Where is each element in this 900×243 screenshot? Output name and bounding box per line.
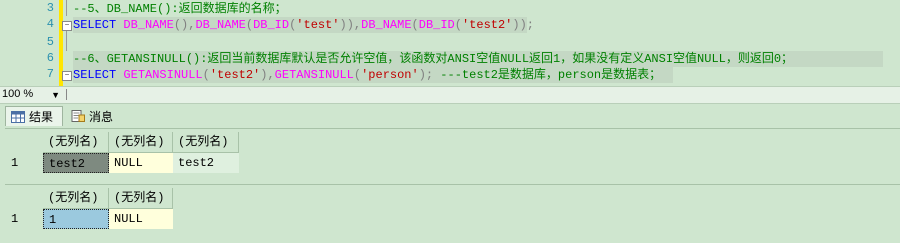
code-line-7[interactable]: SELECT GETANSINULL('test2'),GETANSINULL(…	[73, 67, 673, 83]
punctuation: );	[418, 68, 434, 82]
line-number: 6	[46, 51, 54, 65]
column-header[interactable]: (无列名)	[43, 132, 109, 153]
function-name: DB_ID	[253, 18, 290, 32]
column-header[interactable]: (无列名)	[109, 132, 173, 153]
column-header[interactable]: (无列名)	[173, 132, 239, 153]
zoom-bar: 100 % ▼	[0, 86, 900, 104]
grid-cell[interactable]: 1	[43, 209, 109, 229]
row-number[interactable]: 1	[5, 209, 43, 229]
line-number: 3	[46, 1, 54, 15]
function-name: DB_ID	[418, 18, 455, 32]
chevron-down-icon: ▼	[51, 90, 60, 100]
punctuation: (	[353, 68, 362, 82]
divider	[66, 89, 67, 100]
keyword-select: SELECT	[73, 68, 117, 82]
zoom-value: 100 %	[2, 88, 34, 100]
punctuation: ));	[512, 18, 534, 32]
collapse-toggle-icon[interactable]: −	[62, 21, 72, 31]
comment-text: --5、DB_NAME():返回数据库的名称；	[73, 2, 287, 16]
collapse-toggle-icon[interactable]: −	[62, 71, 72, 81]
column-header[interactable]: (无列名)	[43, 188, 109, 209]
result-tabs: 结果 消息	[0, 104, 900, 128]
line-number: 7	[46, 67, 54, 81]
grid-cell[interactable]: test2	[43, 153, 109, 173]
function-name: DB_NAME	[361, 18, 412, 32]
code-line-6[interactable]: --6、GETANSINULL():返回当前数据库默认是否允许空值，该函数对AN…	[73, 51, 883, 67]
grid-cell[interactable]: NULL	[109, 209, 173, 229]
tab-messages[interactable]: 消息	[66, 106, 122, 126]
string-literal: 'test'	[296, 18, 340, 32]
function-name: GETANSINULL	[123, 68, 203, 82]
punctuation: (	[202, 68, 210, 82]
row-number[interactable]: 1	[5, 153, 43, 173]
comment-text: ---test2是数据库，person是数据表；	[433, 68, 662, 82]
string-literal: 'test2'	[209, 68, 261, 82]
outline-line	[66, 31, 67, 51]
result-grid-1[interactable]: (无列名) (无列名) (无列名) 1 test2 NULL test2	[5, 128, 900, 181]
function-name: GETANSINULL	[274, 68, 354, 82]
line-number: 4	[46, 17, 54, 31]
tab-results[interactable]: 结果	[5, 106, 63, 126]
line-number-gutter: 3 4 5 6 7	[0, 0, 56, 86]
zoom-select[interactable]: 100 % ▼	[2, 87, 64, 101]
punctuation: (	[411, 18, 419, 32]
punctuation: (),	[173, 18, 196, 32]
code-line-3[interactable]: --5、DB_NAME():返回数据库的名称；	[73, 1, 287, 17]
string-literal: 'person'	[361, 68, 419, 82]
function-name: DB_NAME	[123, 18, 174, 32]
tab-messages-label: 消息	[89, 109, 114, 124]
punctuation: (	[454, 18, 462, 32]
keyword-select: SELECT	[73, 18, 117, 32]
column-header[interactable]: (无列名)	[109, 188, 173, 209]
grid-icon	[11, 110, 25, 123]
code-line-4[interactable]: SELECT DB_NAME(),DB_NAME(DB_ID('test')),…	[73, 17, 534, 33]
tab-results-label: 结果	[29, 110, 54, 124]
message-icon	[71, 110, 85, 122]
query-editor[interactable]: 3 4 5 6 7 − − --5、DB_NAME():返回数据库的名称； SE…	[0, 0, 900, 86]
result-grid-2[interactable]: (无列名) (无列名) 1 1 NULL	[5, 184, 900, 237]
punctuation: )),	[339, 18, 362, 32]
comment-text: --6、GETANSINULL():返回当前数据库默认是否允许空值，该函数对AN…	[73, 52, 794, 66]
function-name: DB_NAME	[195, 18, 246, 32]
grid-cell[interactable]: NULL	[109, 153, 173, 173]
string-literal: 'test2'	[461, 18, 513, 32]
punctuation: ),	[260, 68, 275, 82]
grid-cell[interactable]: test2	[173, 153, 239, 173]
outline-line	[66, 0, 67, 16]
line-number: 5	[46, 35, 54, 49]
punctuation: (	[245, 18, 254, 32]
